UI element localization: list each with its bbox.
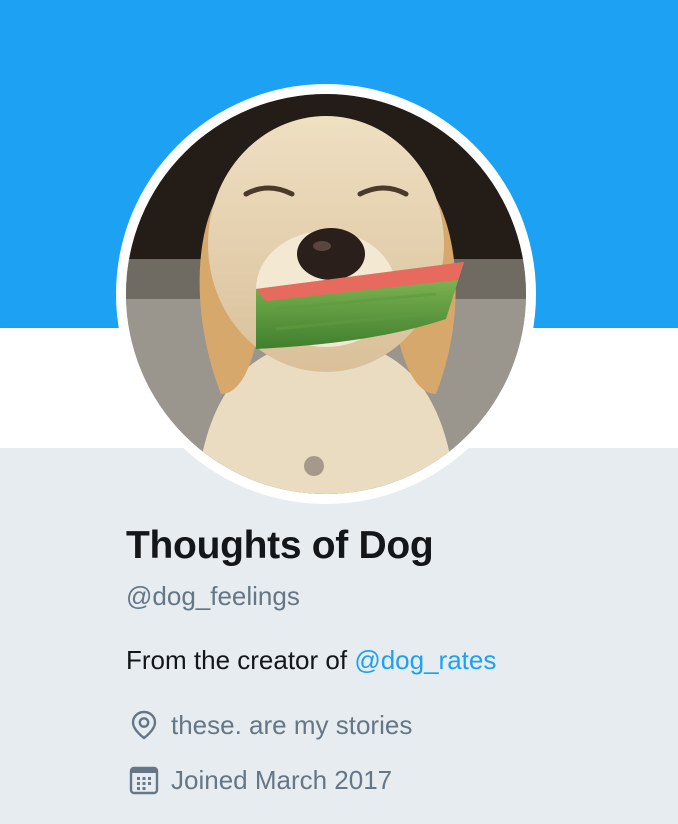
location-text: these. are my stories — [171, 709, 413, 740]
profile-avatar[interactable] — [116, 84, 536, 504]
profile-join-date: Joined March 2017 — [128, 764, 392, 796]
dog-with-watermelon-photo — [126, 94, 526, 494]
profile-display-name: Thoughts of Dog — [126, 524, 434, 567]
avatar-photo — [126, 94, 526, 494]
location-pin-icon — [131, 710, 157, 740]
profile-bio: From the creator of @dog_rates — [126, 645, 496, 676]
bio-text: From the creator of — [126, 645, 355, 675]
calendar-icon — [129, 766, 159, 795]
joined-text: Joined March 2017 — [171, 764, 393, 795]
profile-page: Thoughts of Dog @dog_feelings From the c… — [0, 0, 678, 824]
profile-handle: @dog_feelings — [126, 581, 300, 611]
profile-location: these. are my stories — [128, 709, 412, 741]
bio-mention-link[interactable]: @dog_rates — [354, 645, 496, 675]
